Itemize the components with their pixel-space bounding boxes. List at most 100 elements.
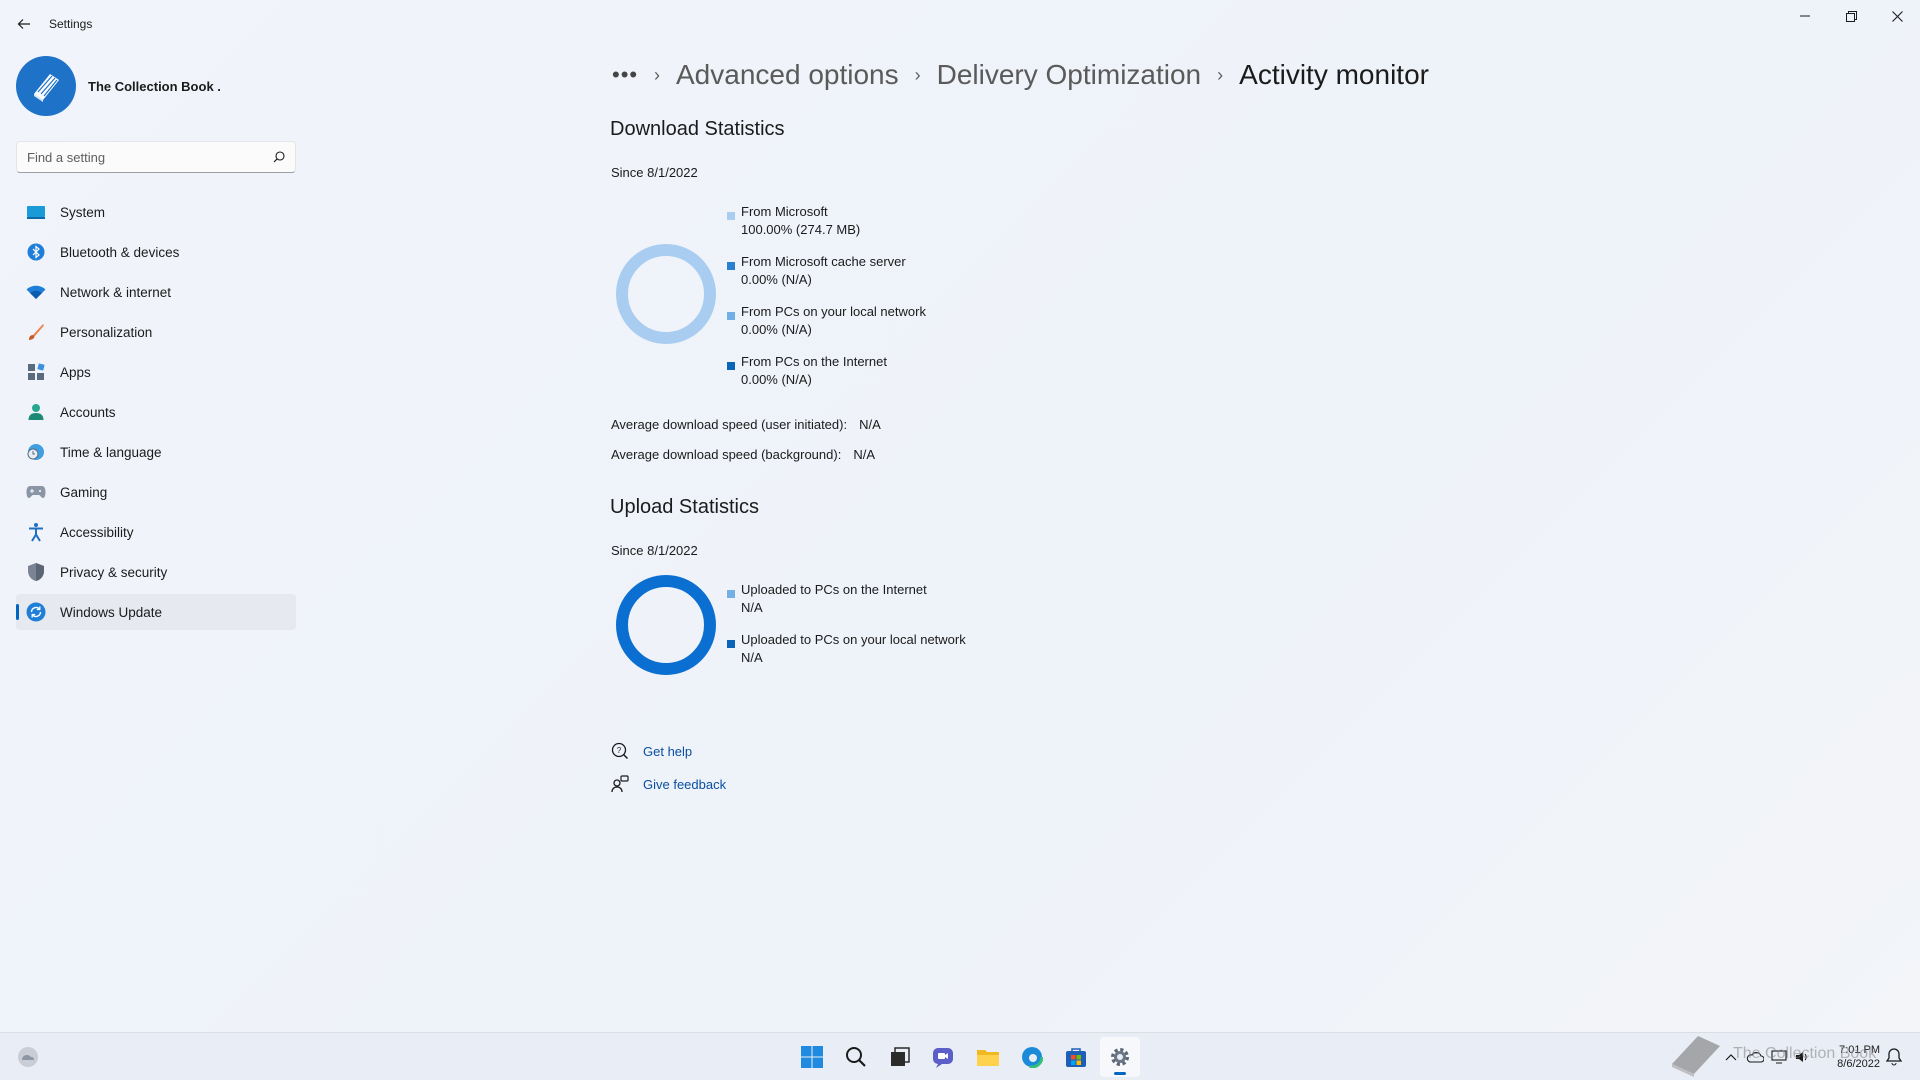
edge-button[interactable] bbox=[1012, 1037, 1052, 1077]
start-icon bbox=[801, 1046, 823, 1068]
profile-name: The Collection Book . bbox=[88, 78, 221, 94]
legend-value: N/A bbox=[741, 650, 763, 665]
donut-slice bbox=[616, 244, 716, 344]
legend-label: From PCs on your local network bbox=[741, 304, 926, 319]
windows-update-icon bbox=[26, 602, 46, 622]
legend-swatch bbox=[727, 262, 735, 270]
shield-icon bbox=[26, 562, 46, 582]
restore-button[interactable] bbox=[1828, 0, 1874, 32]
settings-search[interactable] bbox=[16, 141, 296, 173]
minimize-button[interactable] bbox=[1782, 0, 1828, 32]
file-explorer-button[interactable] bbox=[968, 1037, 1008, 1077]
taskbar-apps bbox=[790, 1037, 1142, 1077]
sidebar-item-gaming[interactable]: Gaming bbox=[16, 474, 296, 510]
stat-value: N/A bbox=[859, 417, 881, 432]
avg-download-speed-user: Average download speed (user initiated):… bbox=[611, 417, 881, 432]
settings-icon bbox=[1111, 1048, 1129, 1066]
feedback-icon bbox=[610, 774, 630, 794]
back-button[interactable] bbox=[12, 12, 36, 36]
chevron-right-icon: › bbox=[654, 64, 660, 85]
app-title: Settings bbox=[49, 17, 93, 31]
book-logo-icon bbox=[34, 74, 59, 102]
legend-label: From PCs on the Internet bbox=[741, 354, 887, 369]
watermark-book-logo bbox=[1672, 1036, 1720, 1077]
legend-swatch bbox=[727, 312, 735, 320]
task-view-button[interactable] bbox=[880, 1037, 920, 1077]
user-profile[interactable]: The Collection Book . bbox=[16, 56, 221, 116]
title-bar: Settings bbox=[0, 0, 1920, 48]
sidebar-item-accessibility[interactable]: Accessibility bbox=[16, 514, 296, 550]
accessibility-icon bbox=[26, 522, 46, 542]
donut-empty-ring bbox=[616, 575, 716, 675]
start-button[interactable] bbox=[792, 1037, 832, 1077]
apps-icon bbox=[26, 362, 46, 382]
system-icon bbox=[26, 202, 46, 222]
sidebar-item-apps[interactable]: Apps bbox=[16, 354, 296, 390]
account-icon bbox=[26, 402, 46, 422]
avatar bbox=[16, 56, 76, 116]
get-help-label[interactable]: Get help bbox=[643, 744, 692, 759]
edge-icon bbox=[1021, 1046, 1043, 1068]
close-icon bbox=[1891, 10, 1903, 22]
sidebar-item-system[interactable]: System bbox=[16, 194, 296, 230]
back-arrow-icon bbox=[17, 19, 30, 29]
sidebar-item-bluetooth[interactable]: Bluetooth & devices bbox=[16, 234, 296, 270]
legend-value: 100.00% (274.7 MB) bbox=[741, 222, 861, 237]
brush-icon bbox=[26, 322, 46, 342]
give-feedback-link[interactable]: Give feedback bbox=[610, 774, 726, 794]
clock-globe-icon bbox=[26, 442, 46, 462]
store-button[interactable] bbox=[1056, 1037, 1096, 1077]
search-icon[interactable] bbox=[273, 151, 285, 163]
weather-widget-icon[interactable] bbox=[16, 1045, 40, 1069]
stat-label: Average download speed (user initiated): bbox=[611, 417, 848, 432]
store-icon bbox=[1066, 1048, 1086, 1067]
give-feedback-label[interactable]: Give feedback bbox=[643, 777, 726, 792]
settings-taskbar-button[interactable] bbox=[1100, 1037, 1140, 1077]
upload-donut-chart bbox=[616, 575, 716, 675]
legend-value: N/A bbox=[741, 600, 763, 615]
breadcrumb-advanced-options[interactable]: Advanced options bbox=[676, 59, 899, 91]
sidebar-item-windows-update[interactable]: Windows Update bbox=[16, 594, 296, 630]
task-view-icon bbox=[891, 1047, 910, 1066]
legend-swatch bbox=[727, 212, 735, 220]
breadcrumb-delivery-optimization[interactable]: Delivery Optimization bbox=[937, 59, 1202, 91]
sidebar-item-personalization[interactable]: Personalization bbox=[16, 314, 296, 350]
chat-button[interactable] bbox=[924, 1037, 964, 1077]
search-icon bbox=[846, 1047, 866, 1067]
legend-value: 0.00% (N/A) bbox=[741, 372, 812, 387]
gamepad-icon bbox=[26, 482, 46, 502]
close-button[interactable] bbox=[1874, 0, 1920, 32]
taskbar-search-button[interactable] bbox=[836, 1037, 876, 1077]
restore-icon bbox=[1845, 10, 1857, 22]
stat-value: N/A bbox=[853, 447, 875, 462]
bluetooth-icon bbox=[26, 242, 46, 262]
legend-label: Uploaded to PCs on your local network bbox=[741, 632, 966, 647]
search-input[interactable] bbox=[27, 149, 273, 165]
breadcrumb-more-button[interactable]: ••• bbox=[612, 62, 644, 88]
legend-swatch bbox=[727, 590, 735, 598]
sidebar-item-time-language[interactable]: Time & language bbox=[16, 434, 296, 470]
avg-download-speed-background: Average download speed (background): N/A bbox=[611, 447, 875, 462]
page-title: Activity monitor bbox=[1239, 59, 1429, 90]
sidebar-item-privacy-security[interactable]: Privacy & security bbox=[16, 554, 296, 590]
chevron-right-icon: › bbox=[1217, 64, 1224, 85]
download-statistics-heading: Download Statistics bbox=[610, 118, 785, 140]
upload-statistics-heading: Upload Statistics bbox=[610, 496, 759, 518]
help-chat-icon: ? bbox=[610, 741, 630, 761]
chevron-right-icon: › bbox=[914, 64, 921, 85]
sidebar-item-accounts[interactable]: Accounts bbox=[16, 394, 296, 430]
watermark-text: The Collection Book bbox=[1733, 1045, 1877, 1062]
legend-label: From Microsoft bbox=[741, 204, 828, 219]
minimize-icon bbox=[1800, 15, 1810, 17]
chat-icon bbox=[933, 1048, 953, 1068]
notification-bell-icon[interactable] bbox=[1884, 1047, 1904, 1067]
legend-value: 0.00% (N/A) bbox=[741, 322, 812, 337]
download-since: Since 8/1/2022 bbox=[611, 165, 698, 180]
settings-window: Settings The Collection Book . Syste bbox=[0, 0, 1920, 1032]
legend-swatch bbox=[727, 640, 735, 648]
download-donut-chart bbox=[616, 244, 716, 344]
file-explorer-icon bbox=[977, 1050, 999, 1066]
sidebar-item-network[interactable]: Network & internet bbox=[16, 274, 296, 310]
get-help-link[interactable]: ? Get help bbox=[610, 741, 692, 761]
svg-text:?: ? bbox=[617, 746, 622, 755]
